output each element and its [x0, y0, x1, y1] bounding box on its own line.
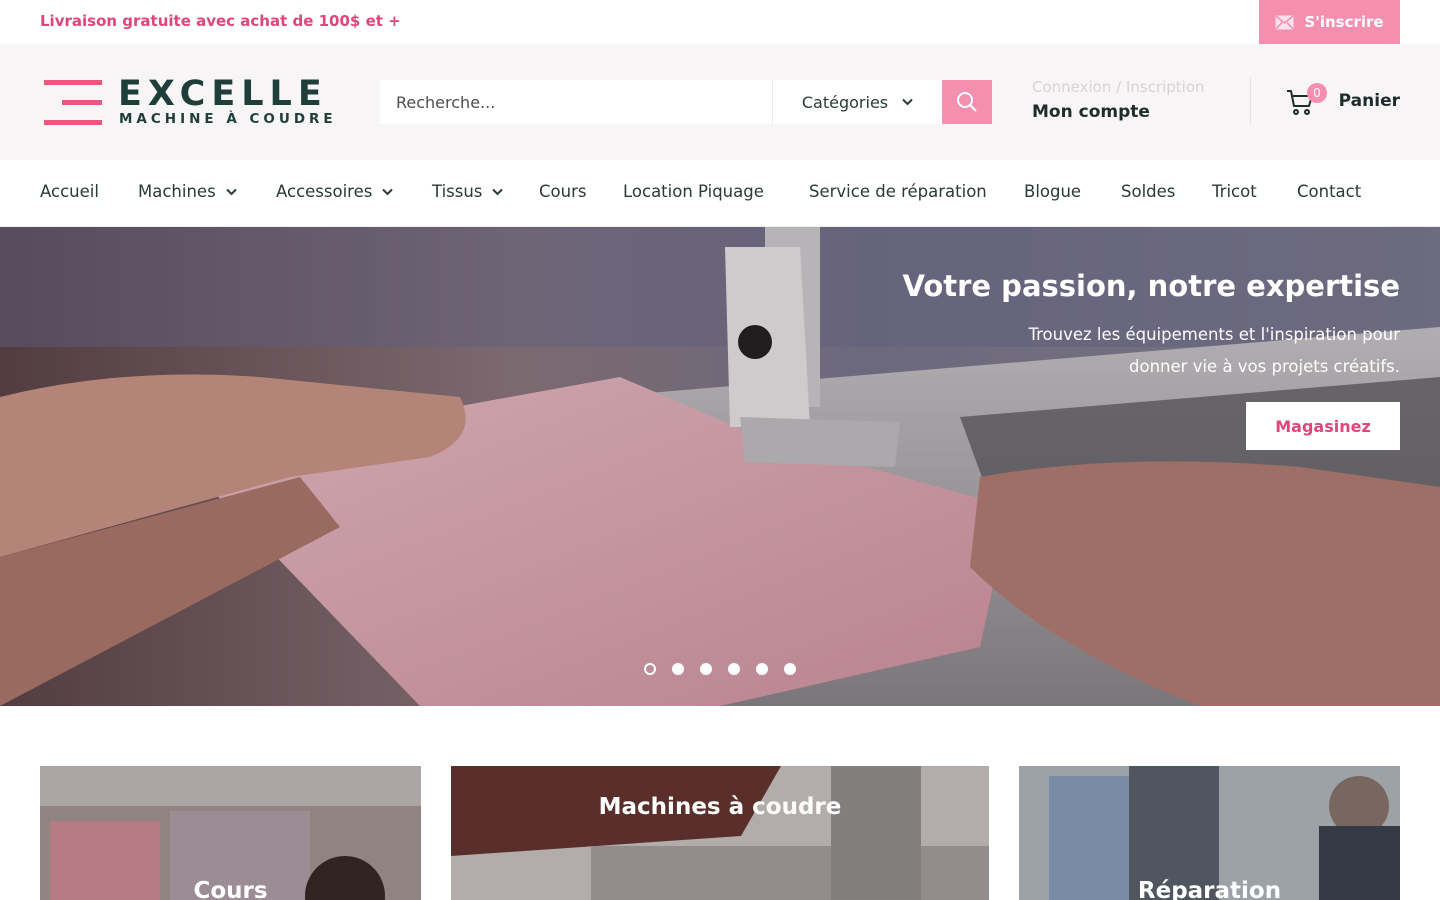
mail-icon	[1275, 14, 1294, 30]
account-block: Connexion / Inscription Mon compte	[1032, 78, 1232, 122]
nav-item-label: Service de réparation	[809, 182, 987, 201]
signup-label: S'inscrire	[1304, 13, 1384, 31]
card-image	[451, 766, 989, 900]
cart-count-badge: 0	[1307, 83, 1327, 103]
nav-item-label: Accessoires	[276, 182, 373, 201]
category-card-machines[interactable]: Machines à coudre	[451, 766, 989, 900]
category-select-label: Catégories	[801, 92, 889, 112]
slide-dot-2[interactable]	[672, 663, 684, 675]
nav-item-cours[interactable]: Cours	[539, 182, 586, 201]
card-title: Réparation	[1137, 878, 1282, 900]
slide-dot-3[interactable]	[700, 663, 712, 675]
category-card-cours[interactable]: Cours	[40, 766, 421, 900]
brand-name: EXCELLE	[118, 74, 328, 114]
nav-item-label: Tricot	[1212, 182, 1257, 201]
nav-item-label: Soldes	[1121, 182, 1176, 201]
slide-dot-4[interactable]	[728, 663, 740, 675]
nav-item-service-reparation[interactable]: Service de réparation	[809, 182, 987, 201]
login-link[interactable]: Connexion / Inscription	[1032, 78, 1232, 96]
card-title: Cours	[193, 878, 268, 900]
chevron-down-icon	[492, 188, 504, 195]
nav-item-label: Machines	[138, 182, 216, 201]
nav-item-label: Blogue	[1024, 182, 1082, 201]
slide-dot-5[interactable]	[756, 663, 768, 675]
nav-item-location-piquage[interactable]: Location Piquage	[623, 182, 764, 201]
nav-item-machines[interactable]: Machines	[138, 182, 237, 201]
announcement-bar: Livraison gratuite avec achat de 100$ et…	[0, 0, 1440, 44]
nav-item-label: Accueil	[40, 182, 99, 201]
brand-logo[interactable]: EXCELLE MACHINE À COUDRE	[44, 74, 344, 130]
my-account-link[interactable]: Mon compte	[1032, 102, 1232, 122]
nav-item-blogue[interactable]: Blogue	[1024, 182, 1081, 201]
nav-item-tricot[interactable]: Tricot	[1212, 182, 1257, 201]
site-header: EXCELLE MACHINE À COUDRE Catégories Conn…	[0, 44, 1440, 160]
brand-tagline: MACHINE À COUDRE	[119, 111, 337, 127]
cart-button[interactable]: 0 Panier	[1286, 82, 1400, 122]
nav-item-accueil[interactable]: Accueil	[40, 182, 99, 201]
hero-title: Votre passion, notre expertise	[902, 269, 1400, 303]
logo-mark	[44, 80, 102, 125]
nav-item-accessoires[interactable]: Accessoires	[276, 182, 394, 201]
chevron-down-icon	[225, 188, 237, 195]
shop-now-button[interactable]: Magasinez	[1246, 402, 1400, 450]
nav-item-label: Contact	[1297, 182, 1362, 201]
slide-dot-6[interactable]	[784, 663, 796, 675]
hero-subtitle: Trouvez les équipements et l'inspiration…	[1028, 325, 1400, 376]
search-bar: Catégories	[380, 80, 992, 124]
hero-slideshow: Votre passion, notre expertise Trouvez l…	[0, 227, 1440, 706]
nav-item-label: Location Piquage	[623, 182, 764, 201]
nav-item-label: Tissus	[432, 182, 483, 201]
slide-indicators	[644, 663, 796, 675]
category-card-reparation[interactable]: Réparation	[1019, 766, 1400, 900]
chevron-down-icon	[902, 98, 913, 106]
header-divider	[1250, 78, 1251, 124]
nav-item-label: Cours	[539, 182, 587, 201]
free-shipping-promo: Livraison gratuite avec achat de 100$ et…	[40, 12, 401, 30]
search-button[interactable]	[942, 80, 992, 124]
card-title: Machines à coudre	[598, 794, 842, 820]
main-nav: Accueil Machines Accessoires Tissus Cour…	[0, 160, 1440, 227]
slide-dot-1[interactable]	[644, 663, 656, 675]
nav-item-tissus[interactable]: Tissus	[432, 182, 504, 201]
cart-label: Panier	[1338, 91, 1400, 111]
search-input[interactable]	[380, 80, 772, 124]
search-icon	[957, 92, 977, 112]
signup-button[interactable]: S'inscrire	[1259, 0, 1400, 44]
chevron-down-icon	[382, 188, 394, 195]
nav-item-soldes[interactable]: Soldes	[1121, 182, 1175, 201]
category-select[interactable]: Catégories	[772, 80, 942, 124]
nav-item-contact[interactable]: Contact	[1297, 182, 1361, 201]
